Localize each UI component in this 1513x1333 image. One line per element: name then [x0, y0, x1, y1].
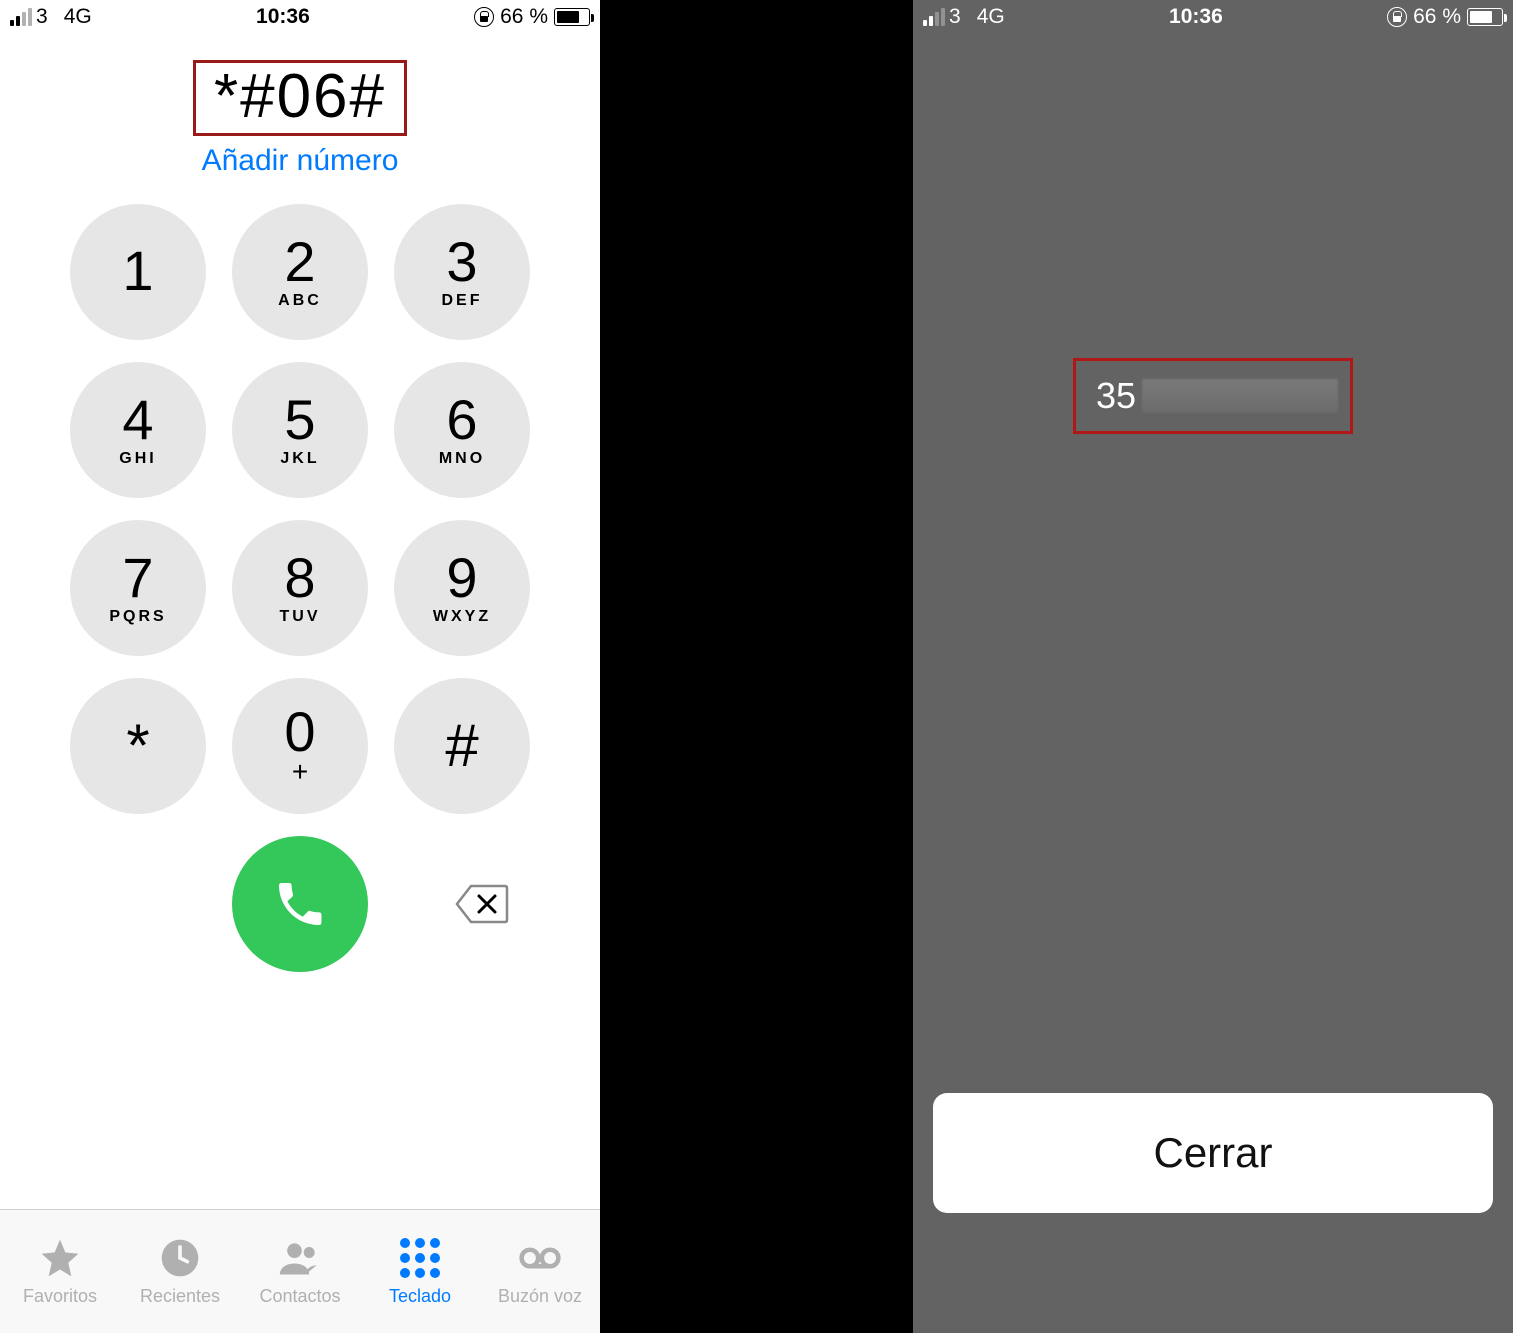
status-bar: 3 4G 10:36 66 %	[913, 0, 1513, 34]
key-letters: GHI	[119, 450, 156, 468]
key-letters: DEF	[442, 292, 483, 310]
imei-result-box: 35	[1073, 358, 1353, 434]
star-icon	[38, 1236, 82, 1280]
key-letters: MNO	[439, 450, 485, 468]
rotation-lock-icon	[1387, 7, 1407, 27]
key-digit: 8	[284, 550, 315, 606]
tab-contacts[interactable]: Contactos	[240, 1210, 360, 1333]
keypad-dots-icon	[398, 1236, 442, 1280]
network-type: 4G	[64, 5, 92, 29]
voicemail-icon	[518, 1236, 562, 1280]
add-number-button[interactable]: Añadir número	[0, 144, 600, 178]
status-time: 10:36	[1005, 5, 1387, 29]
status-right: 66 %	[474, 5, 590, 29]
phone-icon	[272, 876, 328, 932]
status-left: 3 4G	[923, 5, 1005, 29]
key-hash[interactable]: #	[394, 678, 530, 814]
status-time: 10:36	[92, 5, 474, 29]
key-7[interactable]: 7 PQRS	[70, 520, 206, 656]
tab-label: Teclado	[389, 1286, 451, 1307]
battery-icon	[554, 8, 590, 26]
key-digit: *	[126, 716, 149, 776]
tab-label: Recientes	[140, 1286, 220, 1307]
carrier-number: 3	[949, 5, 961, 29]
carrier-number: 3	[36, 5, 48, 29]
status-right: 66 %	[1387, 5, 1503, 29]
status-left: 3 4G	[10, 5, 92, 29]
imei-redacted	[1142, 379, 1338, 413]
key-letters: PQRS	[109, 608, 166, 626]
key-9[interactable]: 9 WXYZ	[394, 520, 530, 656]
key-digit: 5	[284, 392, 315, 448]
keypad: 1 2 ABC 3 DEF 4 GHI 5 JKL 6 MNO 7 PQRS 8	[0, 204, 600, 814]
backspace-icon	[455, 884, 509, 924]
tab-recents[interactable]: Recientes	[120, 1210, 240, 1333]
close-button-label: Cerrar	[1153, 1129, 1272, 1177]
phone-imei-screen: 3 4G 10:36 66 % 35 Cerrar	[913, 0, 1513, 1333]
rotation-lock-icon	[474, 7, 494, 27]
people-icon	[278, 1236, 322, 1280]
close-button[interactable]: Cerrar	[933, 1093, 1493, 1213]
phone-dialer-screen: 3 4G 10:36 66 % *#06# Añadir número 1 2 …	[0, 0, 600, 1333]
key-3[interactable]: 3 DEF	[394, 204, 530, 340]
key-8[interactable]: 8 TUV	[232, 520, 368, 656]
key-digit: 6	[446, 392, 477, 448]
tab-bar: Favoritos Recientes Contactos Teclado Bu…	[0, 1209, 600, 1333]
tab-keypad[interactable]: Teclado	[360, 1210, 480, 1333]
key-letters: WXYZ	[433, 608, 491, 626]
key-4[interactable]: 4 GHI	[70, 362, 206, 498]
status-bar: 3 4G 10:36 66 %	[0, 0, 600, 34]
key-digit: 4	[122, 392, 153, 448]
key-5[interactable]: 5 JKL	[232, 362, 368, 498]
key-digit: 0	[284, 704, 315, 760]
battery-icon	[1467, 8, 1503, 26]
clock-icon	[158, 1236, 202, 1280]
key-0[interactable]: 0 +	[232, 678, 368, 814]
tab-label: Contactos	[259, 1286, 340, 1307]
imei-prefix: 35	[1096, 375, 1136, 417]
backspace-button[interactable]	[450, 882, 514, 926]
battery-percent: 66 %	[1413, 5, 1461, 29]
tab-favorites[interactable]: Favoritos	[0, 1210, 120, 1333]
key-digit: 7	[122, 550, 153, 606]
signal-bars-icon	[923, 8, 945, 26]
key-digit: 2	[284, 234, 315, 290]
dialed-number: *#06#	[193, 60, 407, 136]
key-digit: 3	[446, 234, 477, 290]
call-button[interactable]	[232, 836, 368, 972]
key-letters: ABC	[278, 292, 322, 310]
key-digit: #	[445, 716, 478, 776]
key-digit: 1	[122, 243, 153, 299]
dial-display: *#06# Añadir número	[0, 60, 600, 178]
key-6[interactable]: 6 MNO	[394, 362, 530, 498]
network-type: 4G	[977, 5, 1005, 29]
call-row	[0, 836, 600, 972]
key-star[interactable]: *	[70, 678, 206, 814]
tab-voicemail[interactable]: Buzón voz	[480, 1210, 600, 1333]
key-1[interactable]: 1	[70, 204, 206, 340]
signal-bars-icon	[10, 8, 32, 26]
battery-percent: 66 %	[500, 5, 548, 29]
tab-label: Buzón voz	[498, 1286, 582, 1307]
tab-label: Favoritos	[23, 1286, 97, 1307]
key-letters: +	[292, 756, 308, 788]
key-digit: 9	[446, 550, 477, 606]
key-letters: JKL	[280, 450, 319, 468]
key-letters: TUV	[280, 608, 321, 626]
key-2[interactable]: 2 ABC	[232, 204, 368, 340]
